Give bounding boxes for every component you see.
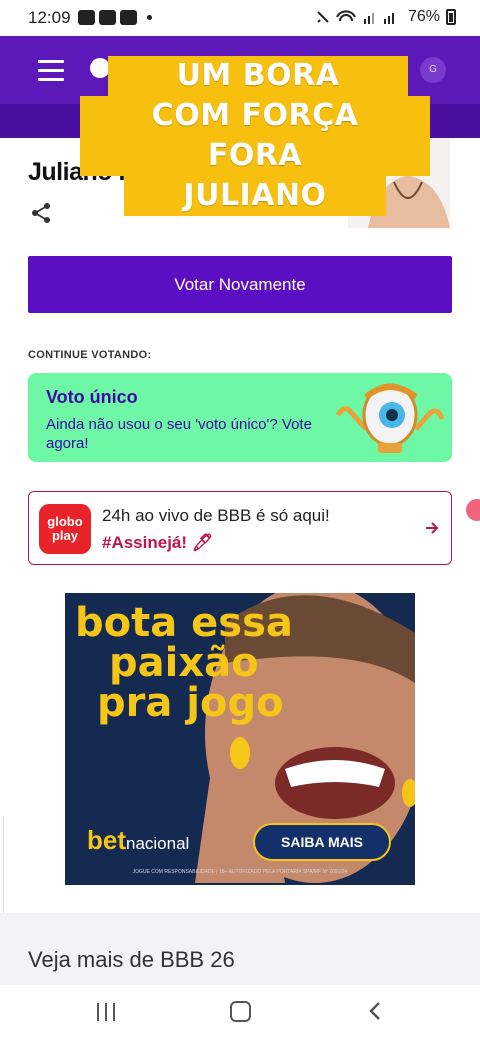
recents-icon[interactable] <box>97 1003 117 1021</box>
home-icon[interactable] <box>230 1001 251 1022</box>
share-icon[interactable] <box>30 202 52 224</box>
ad-fine-print: JOGUE COM RESPONSABILIDADE | 18+ AUTORIZ… <box>132 869 348 875</box>
unique-vote-title: Voto único <box>46 387 138 407</box>
globoplay-headline: 24h ao vivo de BBB é só aqui! <box>102 506 330 525</box>
avatar[interactable]: G <box>420 57 446 83</box>
more-section: Veja mais de BBB 26 <box>0 913 480 985</box>
status-bar: 12:09 76% <box>0 0 480 36</box>
app-notification-icon <box>99 10 116 25</box>
site-logo[interactable] <box>90 58 110 78</box>
ad-banner[interactable]: bota essa paixão pra jogo betnacional SA… <box>65 593 415 885</box>
unique-vote-description: Ainda não usou o seu 'voto único'? Vote … <box>46 416 312 452</box>
system-indicators: 76% <box>316 8 456 26</box>
ad-cta-button[interactable]: SAIBA MAIS <box>253 823 391 861</box>
globoplay-promo-card[interactable]: globo play 24h ao vivo de BBB é só aqui!… <box>28 491 452 565</box>
ad-brand-logo: betnacional <box>87 825 189 856</box>
signal-wifi-icons <box>317 10 394 24</box>
camera-notification-icon <box>78 10 95 25</box>
more-section-title[interactable]: Veja mais de BBB 26 <box>28 947 235 973</box>
caption-line-3: FORA JULIANO <box>124 136 386 216</box>
eye-mascot-icon <box>335 383 445 453</box>
continue-voting-label: CONTINUE VOTANDO: <box>28 349 152 361</box>
unique-vote-card[interactable]: Voto único Ainda não usou o seu 'voto ún… <box>28 373 452 462</box>
system-nav-bar <box>0 985 480 1040</box>
ad-headline-line-3: pra jogo <box>97 680 284 726</box>
floating-edge-button[interactable] <box>466 499 480 521</box>
globoplay-logo: globo play <box>39 504 91 554</box>
menu-icon[interactable] <box>38 60 64 81</box>
status-time: 12:09 <box>28 8 71 27</box>
vote-again-button[interactable]: Votar Novamente <box>28 256 452 313</box>
ad-headline: bota essa paixão pra jogo <box>75 603 355 723</box>
notification-icons <box>78 10 152 25</box>
youtube-notification-icon <box>120 10 137 25</box>
ad-brand-suffix: nacional <box>126 834 190 853</box>
more-notifications-icon <box>147 15 152 20</box>
arrow-right-icon[interactable] <box>424 520 440 536</box>
edge-panel-handle[interactable] <box>0 816 4 914</box>
back-icon[interactable] <box>368 1001 382 1021</box>
globoplay-subscribe: #Assinejá! 🖊 <box>102 533 214 552</box>
ad-headline-line-1: bota essa <box>75 600 293 646</box>
ad-headline-line-2: paixão <box>109 640 259 686</box>
ad-brand-name: bet <box>87 825 126 855</box>
battery-percent: 76% <box>407 8 440 25</box>
battery-icon <box>446 9 456 25</box>
